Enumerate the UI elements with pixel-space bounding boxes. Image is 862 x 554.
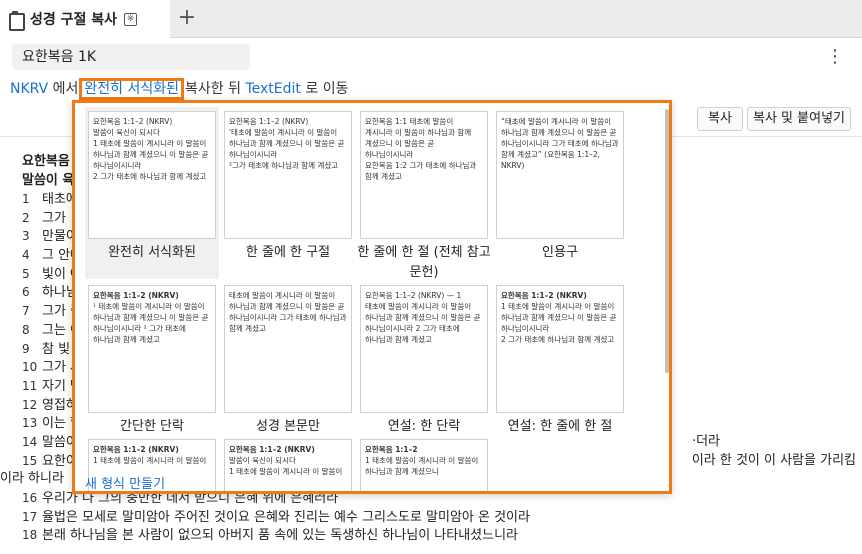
preview-line: 1 태초에 말씀이 계시니라 이 말씀이 하나님과 함께 계셨으니 이 말씀은 …	[93, 139, 209, 170]
format-preview: 요한복음 1:1–2 (NKRV) '태초에 말씀이 계시니라 이 말씀이 하나님…	[224, 111, 352, 239]
verse-number: 6	[22, 285, 30, 300]
format-option[interactable]: “태초에 말씀이 계시니라 이 말씀이 하나님과 함께 계셨으니 이 말씀은 곧…	[493, 107, 627, 279]
preview-line: 요한복음 1:1–2 (NKRV)	[501, 291, 587, 300]
verse-text: 참 빛	[42, 341, 71, 357]
format-option[interactable]: 요한복음 1:1–2 (NKRV) 말씀이 육신이 되시다 1 태초에 말씀이 계시…	[221, 435, 355, 491]
verse-number: 15	[22, 453, 38, 468]
format-option[interactable]: 요한복음 1:1–2 (NKRV) ¹ 태초에 말씀이 계시니라 이 말씀이 하나…	[85, 281, 219, 453]
new-format-link[interactable]: 새 형식 만들기	[85, 473, 165, 491]
verse-text: 율법은 모세로 말미암아 주어진 것이요 은혜와 진리는 예수 그리스도로 말미…	[42, 509, 530, 525]
verse-number: 16	[22, 491, 38, 505]
preview-line: '태초에 말씀이 계시니라 이 말씀이 하나님과 함께 계셨으니 이 말씀은 곧…	[229, 128, 345, 159]
format-label: 완전히 서식화된	[108, 245, 196, 260]
format-label: 성경 본문만	[256, 419, 320, 434]
verse-text: 그가	[42, 210, 66, 226]
format-preview: 요한복음 1:1–2 (NKRV) 말씀이 육신이 되시다 1 태초에 말씀이 계시…	[224, 439, 352, 491]
instruction-copy-then: 복사한 뒤	[185, 81, 242, 97]
copy-and-paste-button[interactable]: 복사 및 붙여넣기	[747, 107, 851, 131]
instruction-line: NKRV 에서 완전히 서식화된 복사한 뒤 TextEdit 로 이동	[10, 78, 348, 100]
format-label: 인용구	[542, 245, 578, 260]
preview-line: 요한복음 1:1–2 (NKRV)	[93, 117, 173, 126]
verse-number: 1	[22, 192, 30, 206]
format-label: 한 줄에 한 구절	[245, 245, 331, 260]
format-label: 간단한 단락	[120, 419, 184, 434]
format-option[interactable]: 요한복음 1:1–2 (NKRV) 1 태초에 말씀이 계시니라 이 말씀이 하나…	[493, 281, 627, 453]
verse-text: 이라 하니라	[0, 471, 64, 487]
preview-line: 요한복음 1:1–2 (NKRV)	[93, 445, 179, 454]
format-option[interactable]: 요한복음 1:1–2 (NKRV) — 1 태초에 말씀이 계시니라 이 말씀이…	[357, 281, 491, 453]
verse-number: 17	[22, 509, 38, 524]
tab-bar: 성경 구절 복사 ※ +	[0, 0, 862, 38]
clipboard-icon	[8, 11, 25, 31]
format-preview: 태초에 말씀이 계시니라 이 말씀이 하나님과 함께 계셨으니 이 말씀은 곧 …	[224, 285, 352, 413]
preview-line: 1 태초에 말씀이 계시니라 이 말씀이 하나님과 함께 계셨으니	[365, 456, 479, 476]
verse-number: 2	[22, 210, 30, 225]
verse-text-tail: ·더라	[691, 433, 720, 449]
format-preview: 요한복음 1:1 태초에 말씀이 계시니라 이 말씀이 하나님과 함께 계셨으니…	[360, 111, 488, 239]
preview-line: 1 태초에 말씀이 계시니라 이 말씀이	[93, 456, 207, 465]
format-option[interactable]: 요한복음 1:1 태초에 말씀이 계시니라 이 말씀이 하나님과 함께 계셨으니…	[357, 107, 491, 280]
tab-title: 성경 구절 복사	[30, 12, 118, 28]
preview-line: “태초에 말씀이 계시니라 이 말씀이 하나님과 함께 계셨으니 이 말씀은 곧…	[501, 117, 619, 170]
search-input[interactable]: 요한복음 1K	[12, 44, 250, 70]
translation-link[interactable]: NKRV	[10, 81, 48, 97]
verse-number: 11	[22, 378, 38, 393]
format-label: 연설: 한 단락	[387, 419, 461, 434]
preview-line: 요한복음 1:1–2	[365, 445, 418, 454]
verse-row: 18 본래 하나님을 본 사람이 없으되 아버지 품 속에 있는 독생하신 하나님…	[22, 526, 842, 545]
tab-badge-icon: ※	[124, 12, 138, 26]
instruction-move: 로 이동	[305, 81, 349, 97]
preview-line: 요한복음 1:1–2 (NKRV)	[229, 445, 315, 454]
preview-line: 태초에 말씀이 계시니라 이 말씀이 하나님과 함께 계셨으니 이 말씀은 곧 …	[229, 291, 347, 333]
verse-number: 7	[22, 304, 30, 319]
verse-number: 9	[22, 341, 30, 356]
verse-text: 본래 하나님을 본 사람이 없으되 아버지 품 속에 있는 독생하신 하나님이 …	[42, 528, 519, 544]
scrollbar-thumb[interactable]	[665, 109, 669, 373]
format-preview: “태초에 말씀이 계시니라 이 말씀이 하나님과 함께 계셨으니 이 말씀은 곧…	[496, 111, 624, 239]
format-label: 한 줄에 한 절 (전체 참고 문헌)	[357, 245, 491, 280]
preview-line: 1 태초에 말씀이 계시니라 이 말씀이 하나님과 함께 계셨으니 이 말씀은 …	[501, 302, 617, 333]
format-option[interactable]: 요한복음 1:1–2 (NKRV) 말씀이 육신이 되시다 1 태초에 말씀이 계시…	[85, 107, 219, 279]
format-preview: 요한복음 1:1–2 (NKRV) ¹ 태초에 말씀이 계시니라 이 말씀이 하나…	[88, 285, 216, 413]
preview-line: 요한복음 1:1–2 (NKRV)	[93, 291, 179, 300]
preview-line: 말씀이 육신이 되시다	[93, 128, 160, 137]
preview-line: 요한복음 1:1 태초에 말씀이 계시니라 이 말씀이 하나님과 함께 계셨으니…	[365, 117, 472, 159]
preview-line: ²그가 태초에 하나님과 함께 계셨고	[229, 161, 339, 170]
verse-number: 13	[22, 416, 38, 431]
copy-button[interactable]: 복사	[697, 107, 743, 131]
verse-text-tail: 이라 한 것이 이 사람을 가리킴	[691, 452, 856, 468]
preview-line: 1 태초에 말씀이 계시니라 이 말씀이	[229, 467, 343, 476]
format-option[interactable]: 요한복음 1:1–2 (NKRV) '태초에 말씀이 계시니라 이 말씀이 하나님…	[221, 107, 355, 279]
verse-number: 8	[22, 322, 30, 337]
format-label: 연설: 한 줄에 한 절	[507, 419, 613, 434]
target-app-link[interactable]: TextEdit	[245, 81, 300, 97]
format-option[interactable]: 태초에 말씀이 계시니라 이 말씀이 하나님과 함께 계셨으니 이 말씀은 곧 …	[221, 281, 355, 453]
preview-line: 요한복음 1:1–2 (NKRV)	[229, 117, 309, 126]
preview-line: ¹ 태초에 말씀이 계시니라 이 말씀이 하나님과 함께 계셨으니 이 말씀은 …	[93, 302, 209, 344]
verse-number: 4	[22, 248, 30, 263]
instruction-in: 에서	[52, 81, 79, 97]
preview-line: 2 그가 태초에 하나님과 함께 계셨고	[93, 172, 207, 181]
verse-number: 5	[22, 266, 30, 281]
preview-line: 2 그가 태초에 하나님과 함께 계셨고	[501, 335, 615, 344]
verse-number: 12	[22, 397, 38, 412]
format-preview: 요한복음 1:1–2 (NKRV) 1 태초에 말씀이 계시니라 이 말씀이 하나…	[496, 285, 624, 413]
tab-bible-copy[interactable]: 성경 구절 복사 ※	[0, 0, 170, 38]
format-picker-popover: 요한복음 1:1–2 (NKRV) 말씀이 육신이 되시다 1 태초에 말씀이 계시…	[72, 100, 672, 494]
verse-number: 3	[22, 229, 30, 244]
format-preview: 요한복음 1:1–2 (NKRV) — 1 태초에 말씀이 계시니라 이 말씀이…	[360, 285, 488, 413]
format-preview: 요한복음 1:1–2 1 태초에 말씀이 계시니라 이 말씀이 하나님과 함께 계…	[360, 439, 488, 491]
format-link[interactable]: 완전히 서식화된	[79, 78, 185, 100]
preview-line: 요한복음 1:2 그가 태초에 하나님과 함께 계셨고	[365, 161, 477, 181]
preview-line: 요한복음 1:1–2 (NKRV) — 1 태초에 말씀이 계시니라 이 말씀이…	[365, 291, 481, 344]
verse-number: 14	[22, 434, 38, 449]
verse-row: 17 율법은 모세로 말미암아 주어진 것이요 은혜와 진리는 예수 그리스도로 …	[22, 508, 842, 527]
more-options-icon[interactable]: ⋮	[826, 46, 844, 68]
format-option[interactable]: 요한복음 1:1–2 1 태초에 말씀이 계시니라 이 말씀이 하나님과 함께 계…	[357, 435, 491, 491]
preview-line: 말씀이 육신이 되시다	[229, 456, 296, 465]
new-tab-button[interactable]: +	[176, 6, 198, 30]
verse-number: 10	[22, 360, 38, 375]
verse-number: 18	[22, 528, 38, 543]
format-preview: 요한복음 1:1–2 (NKRV) 말씀이 육신이 되시다 1 태초에 말씀이 계시…	[88, 111, 216, 239]
